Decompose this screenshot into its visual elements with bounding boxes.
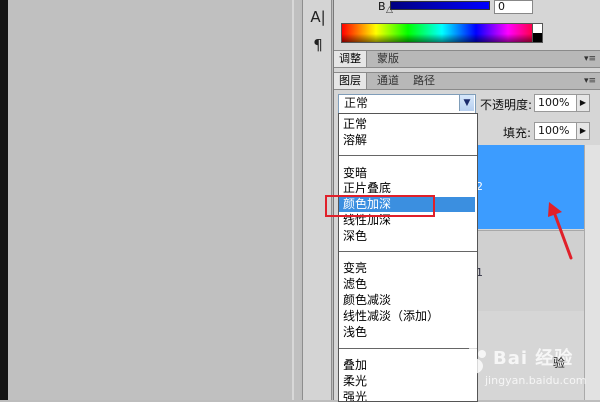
blend-option[interactable]: 浅色 [343, 325, 367, 340]
watermark-url: jingyan.baidu.com [485, 374, 587, 387]
blend-option[interactable]: 变亮 [343, 261, 367, 276]
character-panel-icon[interactable]: A| [309, 8, 327, 26]
blend-option[interactable]: 正常 [343, 117, 367, 132]
blend-option[interactable]: 深色 [343, 229, 367, 244]
color-b-value-field[interactable]: 0 [494, 0, 533, 14]
triangle-right-icon[interactable]: ▶ [576, 94, 590, 112]
opacity-input[interactable]: 100% [534, 94, 577, 112]
fill-input[interactable]: 100% [534, 122, 577, 140]
character-glyph: A| [310, 8, 326, 26]
tab-layers[interactable]: 图层 [334, 73, 367, 89]
annotation-highlight-box [325, 195, 435, 217]
panel-menu-icon[interactable]: ▾≡ [584, 73, 596, 89]
tab-adjustments[interactable]: 调整 [334, 51, 367, 67]
blend-option[interactable]: 滤色 [343, 277, 367, 292]
blend-mode-value: 正常 [344, 96, 369, 110]
blend-option[interactable]: 叠加 [343, 358, 367, 373]
blend-option[interactable]: 强光 [343, 390, 367, 401]
panel-text-fragment: 验 [553, 356, 566, 370]
menu-divider [339, 155, 477, 156]
blend-option[interactable]: 线性减淡（添加） [343, 309, 439, 324]
panel-menu-icon[interactable]: ▾≡ [584, 51, 596, 67]
layers-panel-tabbar: 图层 通道 路径 ▾≡ [334, 72, 600, 90]
fill-label: 填充: [503, 126, 532, 140]
color-b-label: B [378, 0, 386, 13]
opacity-label: 不透明度: [480, 98, 533, 112]
blend-option[interactable]: 颜色减淡 [343, 293, 391, 308]
menu-divider [339, 251, 477, 252]
color-spectrum-bar[interactable] [341, 23, 543, 43]
tab-channels[interactable]: 通道 [372, 73, 404, 89]
tab-paths[interactable]: 路径 [408, 73, 440, 89]
annotation-arrow-icon [548, 202, 573, 260]
adjust-panel-tabbar: 调整 蒙版 ▾≡ [334, 50, 600, 68]
paragraph-panel-icon[interactable]: ¶ [309, 36, 327, 54]
blend-option[interactable]: 溶解 [343, 133, 367, 148]
paragraph-glyph: ¶ [313, 36, 323, 54]
black-white-swatch[interactable] [532, 23, 543, 43]
tab-masks[interactable]: 蒙版 [372, 51, 404, 67]
triangle-right-icon[interactable]: ▶ [576, 122, 590, 140]
chevron-down-icon[interactable]: ▼ [459, 95, 474, 111]
slider-thumb-icon[interactable]: △ [386, 5, 393, 15]
color-b-slider[interactable] [390, 1, 490, 10]
document-canvas[interactable] [0, 0, 300, 400]
blend-option[interactable]: 柔光 [343, 374, 367, 389]
canvas-divider [292, 0, 294, 400]
baidu-paw-icon: Bai 经验 jingyan.baidu.com [455, 340, 595, 396]
blend-option[interactable]: 正片叠底 [343, 181, 391, 196]
canvas-edge [0, 0, 8, 400]
blend-option[interactable]: 变暗 [343, 166, 367, 181]
